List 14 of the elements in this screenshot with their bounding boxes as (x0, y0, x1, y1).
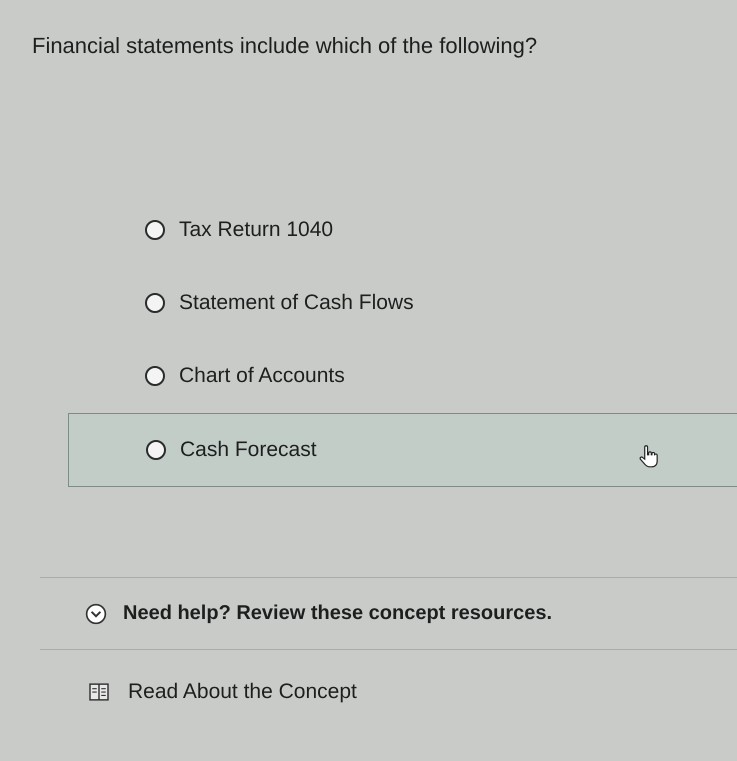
help-heading[interactable]: Need help? Review these concept resources. (123, 602, 552, 625)
option-label[interactable]: Tax Return 1040 (179, 218, 334, 242)
radio-button[interactable] (146, 440, 166, 460)
expand-chevron-icon[interactable] (85, 602, 107, 624)
option-label[interactable]: Statement of Cash Flows (179, 291, 414, 315)
radio-button[interactable] (145, 293, 165, 313)
radio-button[interactable] (145, 366, 165, 386)
resource-link[interactable]: Read About the Concept (128, 680, 357, 704)
hand-cursor-icon (636, 445, 659, 469)
option-label[interactable]: Chart of Accounts (179, 364, 345, 388)
question-text: Financial statements include which of the following? (32, 33, 538, 59)
radio-button[interactable] (145, 220, 165, 240)
option-label[interactable]: Cash Forecast (180, 438, 317, 462)
book-icon (88, 683, 110, 701)
